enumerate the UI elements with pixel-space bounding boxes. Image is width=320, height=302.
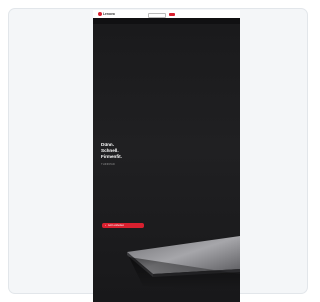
brand-logo[interactable]: Lenovo (98, 11, 115, 16)
website-preview: Lenovo Dünn. Schnell. Firmenfit. THINKPA… (93, 10, 240, 302)
cta-label: Jetzt entdecken (108, 224, 125, 227)
account-button[interactable] (169, 12, 175, 16)
hero-banner: Dünn. Schnell. Firmenfit. THINKPAD › Jet… (93, 24, 240, 302)
logo-text: Lenovo (103, 11, 115, 16)
top-bar: Lenovo (93, 10, 240, 18)
hero-title: Dünn. Schnell. Firmenfit. (101, 142, 122, 160)
hero-subtitle: THINKPAD (101, 162, 115, 166)
utility-nav (145, 12, 175, 18)
logo-mark-icon (98, 11, 102, 16)
laptop-image (127, 236, 240, 290)
cta-button[interactable]: › Jetzt entdecken (102, 223, 144, 228)
hero-title-line: Firmenfit. (101, 154, 122, 159)
arrow-icon: › (105, 223, 106, 227)
search-input[interactable] (148, 12, 166, 18)
